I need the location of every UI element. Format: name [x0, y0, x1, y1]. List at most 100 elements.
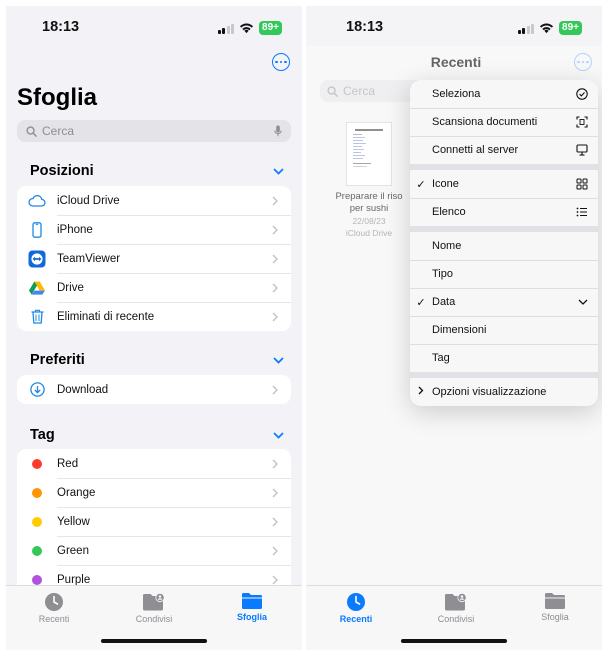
folder-icon [242, 593, 262, 609]
menu-item-connect-server[interactable]: Connetti al server [410, 136, 598, 164]
chevron-right-icon [272, 458, 278, 469]
iphone-icon [32, 221, 42, 238]
home-indicator[interactable] [401, 639, 507, 643]
browse-screen: 18:13 89+ Sfoglia Cerca Posizioni iCloud… [6, 6, 302, 650]
item-label: Purple [57, 573, 91, 586]
microphone-icon[interactable] [274, 125, 282, 137]
item-label: Eliminati di recente [57, 310, 155, 323]
search-input[interactable]: Cerca [17, 120, 291, 142]
tag-color-dot [32, 545, 42, 556]
file-name-line-1: Preparare il riso [335, 191, 403, 202]
teamviewer-icon [28, 250, 46, 267]
recent-screen: 18:13 89+ Recenti Cerca Preparare il ris… [306, 6, 602, 650]
page-title: Recenti [430, 54, 482, 70]
shared-folder-icon [445, 592, 467, 611]
checkmark-icon: ✓ [416, 178, 426, 191]
checkmark-circle-icon [576, 88, 588, 100]
menu-item-label: Tipo [432, 268, 453, 280]
positions-list: iCloud Drive iPhone TeamViewer Drive Eli… [17, 186, 291, 331]
list-item-iphone[interactable]: iPhone [17, 215, 291, 244]
checkmark-icon: ✓ [416, 296, 426, 309]
menu-item-list[interactable]: Elenco [410, 198, 598, 226]
list-item-recently-deleted[interactable]: Eliminati di recente [17, 302, 291, 331]
home-indicator[interactable] [101, 639, 207, 643]
wifi-icon [239, 23, 254, 34]
item-label: Download [57, 383, 109, 396]
tab-browse[interactable]: Sfoglia [212, 592, 292, 622]
list-icon [576, 207, 587, 217]
list-item-tag-orange[interactable]: Orange [17, 478, 291, 507]
list-item-download[interactable]: Download [17, 375, 291, 404]
menu-item-view-options[interactable]: Opzioni visualizzazione [410, 378, 598, 406]
menu-item-label: Dimensioni [432, 324, 487, 336]
list-item-tag-red[interactable]: Red [17, 449, 291, 478]
list-item-teamviewer[interactable]: TeamViewer [17, 244, 291, 273]
tab-shared[interactable]: Condivisi [416, 592, 496, 624]
menu-item-select[interactable]: Seleziona [410, 80, 598, 108]
item-label: iPhone [57, 223, 93, 236]
status-time: 18:13 [346, 19, 384, 35]
more-options-button[interactable] [272, 53, 290, 71]
google-drive-icon [29, 281, 45, 295]
shared-folder-icon [143, 592, 165, 611]
section-header-favorites[interactable]: Preferiti [30, 352, 284, 368]
status-time: 18:13 [42, 19, 80, 35]
item-label: Drive [57, 281, 84, 294]
list-item-drive[interactable]: Drive [17, 273, 291, 302]
tab-bar: Recenti Condivisi Sfoglia [306, 585, 602, 650]
chevron-down-icon [578, 299, 588, 305]
page-title: Sfoglia [17, 84, 98, 111]
tag-color-dot [32, 516, 42, 527]
chevron-down-icon[interactable] [273, 431, 284, 439]
menu-item-label: Elenco [432, 206, 466, 218]
chevron-right-icon [272, 253, 278, 264]
tab-label: Sfoglia [541, 612, 569, 622]
search-icon [26, 125, 37, 137]
more-options-button[interactable] [574, 53, 592, 71]
menu-item-scan-documents[interactable]: Scansiona documenti [410, 108, 598, 136]
tab-shared[interactable]: Condivisi [114, 592, 194, 624]
chevron-down-icon[interactable] [273, 356, 284, 364]
section-header-positions[interactable]: Posizioni [30, 163, 284, 179]
section-title: Posizioni [30, 163, 94, 179]
menu-item-sort-date[interactable]: ✓ Data [410, 288, 598, 316]
tab-label: Condivisi [135, 614, 173, 624]
signal-icon [217, 23, 235, 34]
list-item-icloud-drive[interactable]: iCloud Drive [17, 186, 291, 215]
section-title: Preferiti [30, 352, 85, 368]
menu-item-sort-size[interactable]: Dimensioni [410, 316, 598, 344]
tab-browse[interactable]: Sfoglia [515, 592, 595, 622]
battery-indicator: 89+ [559, 21, 582, 35]
menu-item-icons[interactable]: ✓ Icone [410, 170, 598, 198]
tab-bar: Recenti Condivisi Sfoglia [6, 585, 302, 650]
section-header-tags[interactable]: Tag [30, 427, 284, 443]
tab-recent[interactable]: Recenti [316, 592, 396, 624]
menu-item-sort-kind[interactable]: Tipo [410, 260, 598, 288]
file-location: iCloud Drive [345, 228, 393, 238]
menu-item-sort-tags[interactable]: Tag [410, 344, 598, 372]
chevron-down-icon[interactable] [273, 167, 284, 175]
file-item[interactable]: Preparare il riso per sushi 22/08/23 iCl… [324, 122, 414, 239]
favorites-list: Download [17, 375, 291, 404]
clock-icon [45, 593, 63, 611]
tab-label: Recenti [38, 614, 70, 624]
item-label: Yellow [57, 515, 90, 528]
tab-recent[interactable]: Recenti [14, 592, 94, 624]
menu-item-label: Scansiona documenti [432, 116, 538, 128]
tags-list: Red Orange Yellow Green Purple [17, 449, 291, 594]
menu-item-sort-name[interactable]: Nome [410, 232, 598, 260]
list-item-tag-yellow[interactable]: Yellow [17, 507, 291, 536]
trash-icon [31, 309, 43, 324]
wifi-icon [539, 23, 554, 34]
menu-item-label: Nome [432, 240, 462, 252]
item-label: TeamViewer [57, 252, 121, 265]
item-label: Green [57, 544, 89, 557]
chevron-right-icon [272, 516, 278, 527]
options-menu: Seleziona Scansiona documenti Connetti a… [410, 80, 598, 406]
menu-item-label: Seleziona [432, 88, 481, 100]
menu-item-label: Data [432, 296, 456, 308]
list-item-tag-green[interactable]: Green [17, 536, 291, 565]
grid-icon [576, 178, 588, 190]
tab-label: Condivisi [437, 614, 475, 624]
item-label: Red [57, 457, 79, 470]
